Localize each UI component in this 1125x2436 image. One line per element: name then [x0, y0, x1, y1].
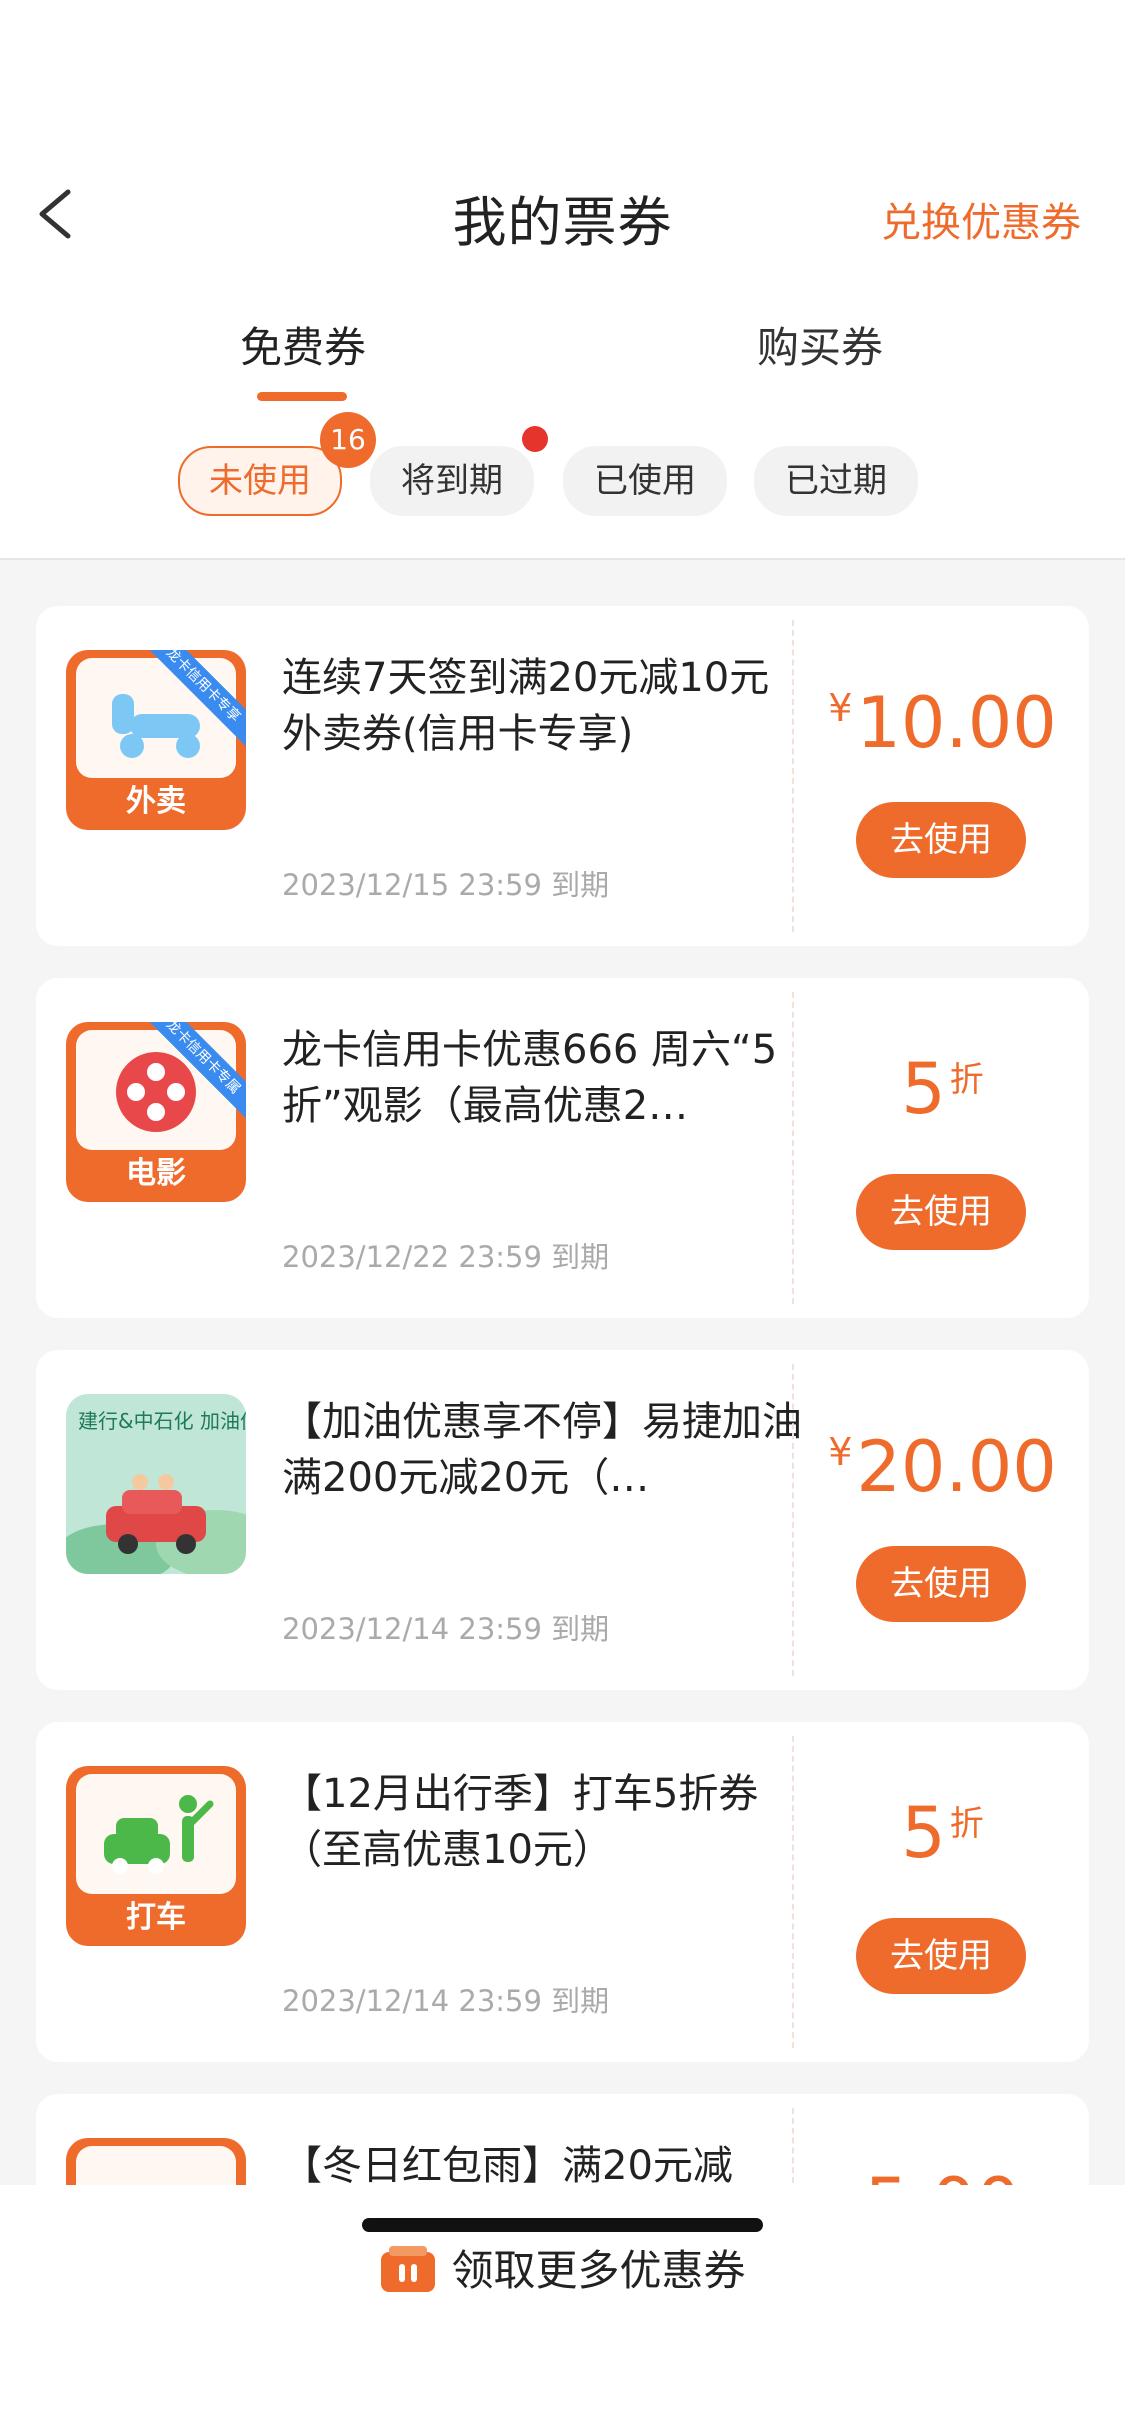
dashed-divider: [792, 1736, 794, 2048]
active-tab-indicator: [257, 392, 347, 401]
icon-label: 电影: [126, 1156, 186, 1191]
dashed-divider: [792, 620, 794, 932]
coupon-title: 连续7天签到满20元减10元外卖券(信用卡专享): [282, 655, 770, 757]
home-indicator[interactable]: [362, 2218, 763, 2232]
use-button[interactable]: 去使用: [856, 802, 1026, 878]
coupon-expiry: 2023/12/15 23:59 到期: [282, 868, 610, 902]
coupon-amount: 5折: [796, 1038, 1089, 1131]
fuel-promo-title: 建行&中石化 加油优惠活动享不停: [78, 1409, 246, 1433]
coupon-expiry: 2023/12/22 23:59 到期: [282, 1240, 610, 1274]
currency-symbol: ¥: [828, 686, 853, 730]
filter-expired[interactable]: 已过期: [754, 446, 918, 516]
amount-value: 5: [901, 1792, 946, 1874]
coupon-card[interactable]: 龙卡信用卡专属 电影 龙卡信用卡优惠666 周六“5折”观影（最高优惠2… 20…: [36, 978, 1089, 1318]
use-button[interactable]: 去使用: [856, 1546, 1026, 1622]
icon-label: 打车: [126, 1900, 186, 1935]
tab-purchased-coupons[interactable]: 购买券: [700, 314, 940, 375]
coupon-card[interactable]: 打车 【12月出行季】打车5折券（至高优惠10元） 2023/12/14 23:…: [36, 1722, 1089, 2062]
coupon-card[interactable]: 龙卡信用卡专享 外卖 连续7天签到满20元减10元外卖券(信用卡专享) 2023…: [36, 606, 1089, 946]
discount-unit: 折: [949, 1060, 984, 1100]
coupon-amount: ¥20.00: [796, 1410, 1089, 1509]
get-more-coupons-label: 领取更多优惠券: [451, 2246, 746, 2295]
fuel-promo-icon: 建行&中石化 加油优惠活动享不停: [66, 1394, 246, 1574]
filter-unused[interactable]: 未使用: [178, 446, 342, 516]
coupon-title: 龙卡信用卡优惠666 周六“5折”观影（最高优惠2…: [282, 1027, 778, 1129]
filter-used[interactable]: 已使用: [563, 446, 727, 516]
taxi-icon: 打车: [66, 1766, 246, 1946]
dashed-divider: [792, 1364, 794, 1676]
coupon-title: 【加油优惠享不停】易捷加油满200元减20元（…: [282, 1399, 802, 1501]
exchange-coupon-link[interactable]: 兑换优惠券: [881, 190, 1081, 248]
tab-free-coupons[interactable]: 免费券: [183, 314, 423, 375]
discount-unit: 折: [949, 1804, 984, 1844]
header: 我的票券 兑换优惠券 免费券 购买券 未使用 将到期 已使用 已过期 16: [0, 0, 1125, 560]
amount-value: 5: [901, 1048, 946, 1130]
movie-icon: 龙卡信用卡专属 电影: [66, 1022, 246, 1202]
coupon-ticket-icon: [379, 2244, 437, 2304]
coupon-card[interactable]: 建行&中石化 加油优惠活动享不停 【加油优惠享不停】易捷加油满200元减20元（…: [36, 1350, 1089, 1690]
dashed-divider: [792, 992, 794, 1304]
takeout-icon: 龙卡信用卡专享 外卖: [66, 650, 246, 830]
currency-symbol: ¥: [828, 1430, 853, 1474]
amount-value: 20.00: [856, 1426, 1057, 1508]
amount-value: 10.00: [856, 682, 1057, 764]
icon-label: 外卖: [126, 784, 186, 819]
coupon-expiry: 2023/12/14 23:59 到期: [282, 1612, 610, 1646]
expiring-red-dot: [522, 426, 548, 452]
use-button[interactable]: 去使用: [856, 1918, 1026, 1994]
coupon-amount: ¥10.00: [796, 666, 1089, 765]
filter-expiring[interactable]: 将到期: [370, 446, 534, 516]
get-more-coupons-button[interactable]: 领取更多优惠券: [0, 2237, 1125, 2304]
unused-count-badge: 16: [320, 412, 376, 468]
coupon-expiry: 2023/12/14 23:59 到期: [282, 1984, 610, 2018]
use-button[interactable]: 去使用: [856, 1174, 1026, 1250]
coupon-title: 【12月出行季】打车5折券（至高优惠10元）: [282, 1771, 759, 1873]
coupon-amount: 5折: [796, 1782, 1089, 1875]
